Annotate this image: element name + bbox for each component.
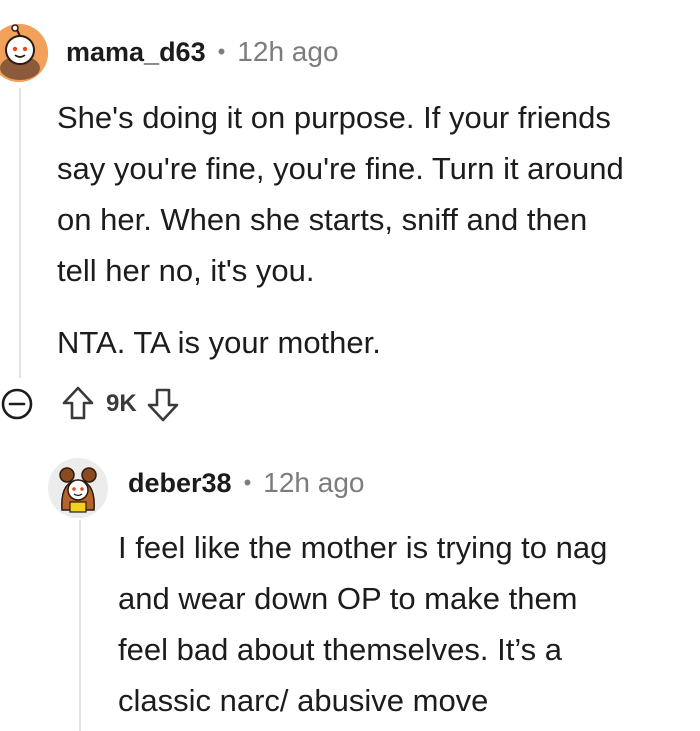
comment-actions: 9K (0, 384, 181, 424)
comment-text-line: and wear down OP to make them (118, 581, 578, 616)
thread-line[interactable] (19, 88, 21, 378)
comment-body: I feel like the mother is trying to nag … (118, 522, 698, 726)
comment-text-line: tell her no, it's you. (57, 253, 315, 288)
meta-separator: • (243, 470, 252, 495)
comment-body: She's doing it on purpose. If your frien… (57, 92, 697, 368)
snoo-avatar-icon (0, 24, 48, 82)
comment-text-line: NTA. TA is your mother. (57, 325, 381, 360)
timestamp: 12h ago (237, 36, 339, 67)
timestamp: 12h ago (263, 467, 365, 498)
user-avatar[interactable] (0, 24, 48, 82)
downvote-arrow-icon[interactable] (145, 384, 181, 424)
thread-line-reply[interactable] (79, 520, 81, 731)
comment-text-line: say you're fine, you're fine. Turn it ar… (57, 151, 624, 186)
comment-text-line: classic narc/ abusive move (118, 683, 489, 718)
collapse-minus-icon[interactable] (0, 384, 40, 424)
snoo-avatar-icon (48, 458, 108, 518)
comment-meta: mama_d63 • 12h ago (66, 36, 339, 68)
vote-count: 9K (106, 390, 137, 417)
comment-meta: deber38 • 12h ago (128, 467, 364, 499)
user-avatar[interactable] (48, 458, 108, 518)
username[interactable]: deber38 (128, 468, 232, 499)
upvote-arrow-icon[interactable] (56, 384, 100, 424)
comment-text-line: on her. When she starts, sniff and then (57, 202, 588, 237)
meta-separator: • (217, 39, 226, 64)
comment-text-line: I feel like the mother is trying to nag (118, 530, 608, 565)
comment-text-line: She's doing it on purpose. If your frien… (57, 100, 611, 135)
username[interactable]: mama_d63 (66, 37, 206, 68)
comment-text-line: feel bad about themselves. It’s a (118, 632, 563, 667)
